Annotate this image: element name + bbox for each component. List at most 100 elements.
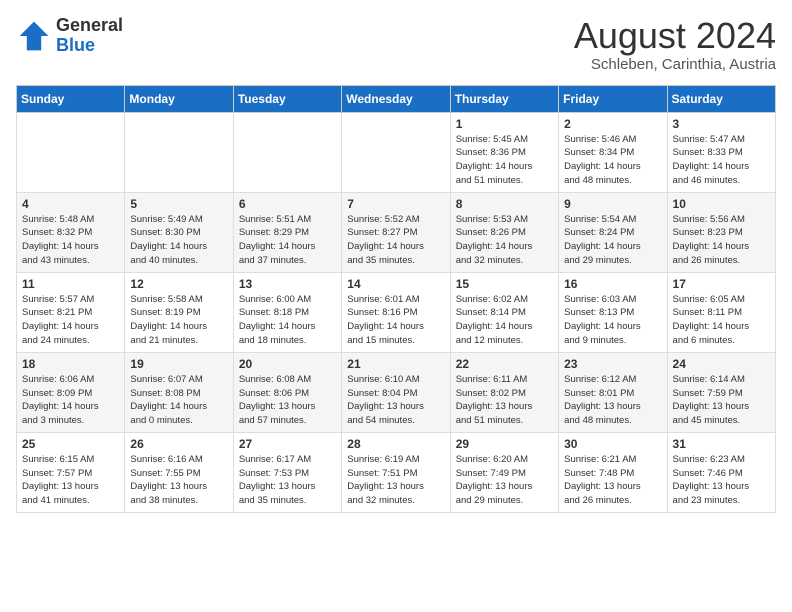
day-number: 9 xyxy=(564,197,661,211)
day-number: 31 xyxy=(673,437,770,451)
calendar-cell: 8 Sunrise: 5:53 AMSunset: 8:26 PMDaylight… xyxy=(450,192,558,272)
day-number: 30 xyxy=(564,437,661,451)
calendar-cell: 1Sunrise: 5:45 AMSunset: 8:36 PMDaylight… xyxy=(450,112,558,192)
calendar-cell xyxy=(125,112,233,192)
weekday-header-tuesday: Tuesday xyxy=(233,85,341,112)
day-info: Sunrise: 5:57 AMSunset: 8:21 PMDaylight:… xyxy=(22,293,119,348)
day-info: Sunrise: 5:52 AMSunset: 8:27 PMDaylight:… xyxy=(347,213,444,268)
day-number: 20 xyxy=(239,357,336,371)
day-info: Sunrise: 6:00 AMSunset: 8:18 PMDaylight:… xyxy=(239,293,336,348)
calendar-cell: 9 Sunrise: 5:54 AMSunset: 8:24 PMDaylight… xyxy=(559,192,667,272)
week-row-2: 4Sunrise: 5:48 AMSunset: 8:32 PMDaylight… xyxy=(17,192,776,272)
day-info: Sunrise: 5:56 AMSunset: 8:23 PMDaylight:… xyxy=(673,213,770,268)
calendar-cell: 31 Sunrise: 6:23 AMSunset: 7:46 PMDayligh… xyxy=(667,432,775,512)
day-info: Sunrise: 6:03 AMSunset: 8:13 PMDaylight:… xyxy=(564,293,661,348)
day-number: 24 xyxy=(673,357,770,371)
day-info: Sunrise: 6:16 AMSunset: 7:55 PMDaylight:… xyxy=(130,453,227,508)
weekday-header-wednesday: Wednesday xyxy=(342,85,450,112)
calendar-cell: 13Sunrise: 6:00 AMSunset: 8:18 PMDayligh… xyxy=(233,272,341,352)
weekday-header-friday: Friday xyxy=(559,85,667,112)
calendar-cell: 30 Sunrise: 6:21 AMSunset: 7:48 PMDayligh… xyxy=(559,432,667,512)
calendar-cell: 18 Sunrise: 6:06 AMSunset: 8:09 PMDayligh… xyxy=(17,352,125,432)
calendar-cell: 25 Sunrise: 6:15 AMSunset: 7:57 PMDayligh… xyxy=(17,432,125,512)
logo-text: General Blue xyxy=(56,16,123,56)
day-info: Sunrise: 6:06 AMSunset: 8:09 PMDaylight:… xyxy=(22,373,119,428)
calendar-cell: 2 Sunrise: 5:46 AMSunset: 8:34 PMDaylight… xyxy=(559,112,667,192)
day-number: 10 xyxy=(673,197,770,211)
day-info: Sunrise: 5:49 AMSunset: 8:30 PMDaylight:… xyxy=(130,213,227,268)
calendar-cell xyxy=(233,112,341,192)
calendar-cell: 11 Sunrise: 5:57 AMSunset: 8:21 PMDayligh… xyxy=(17,272,125,352)
calendar-cell: 10 Sunrise: 5:56 AMSunset: 8:23 PMDayligh… xyxy=(667,192,775,272)
day-info: Sunrise: 6:15 AMSunset: 7:57 PMDaylight:… xyxy=(22,453,119,508)
calendar-cell: 17 Sunrise: 6:05 AMSunset: 8:11 PMDayligh… xyxy=(667,272,775,352)
calendar-cell: 6Sunrise: 5:51 AMSunset: 8:29 PMDaylight… xyxy=(233,192,341,272)
logo-icon xyxy=(16,18,52,54)
day-number: 22 xyxy=(456,357,553,371)
day-number: 2 xyxy=(564,117,661,131)
logo: General Blue xyxy=(16,16,123,56)
calendar-cell: 24Sunrise: 6:14 AMSunset: 7:59 PMDayligh… xyxy=(667,352,775,432)
day-number: 23 xyxy=(564,357,661,371)
calendar-cell: 19 Sunrise: 6:07 AMSunset: 8:08 PMDayligh… xyxy=(125,352,233,432)
calendar-cell: 3 Sunrise: 5:47 AMSunset: 8:33 PMDaylight… xyxy=(667,112,775,192)
calendar-cell: 23Sunrise: 6:12 AMSunset: 8:01 PMDayligh… xyxy=(559,352,667,432)
day-info: Sunrise: 6:21 AMSunset: 7:48 PMDaylight:… xyxy=(564,453,661,508)
day-info: Sunrise: 6:20 AMSunset: 7:49 PMDaylight:… xyxy=(456,453,553,508)
day-info: Sunrise: 6:17 AMSunset: 7:53 PMDaylight:… xyxy=(239,453,336,508)
day-info: Sunrise: 5:47 AMSunset: 8:33 PMDaylight:… xyxy=(673,133,770,188)
day-number: 26 xyxy=(130,437,227,451)
day-number: 6 xyxy=(239,197,336,211)
day-number: 4 xyxy=(22,197,119,211)
day-number: 29 xyxy=(456,437,553,451)
weekday-header-saturday: Saturday xyxy=(667,85,775,112)
day-number: 14 xyxy=(347,277,444,291)
calendar-cell: 15 Sunrise: 6:02 AMSunset: 8:14 PMDayligh… xyxy=(450,272,558,352)
day-number: 5 xyxy=(130,197,227,211)
day-number: 18 xyxy=(22,357,119,371)
month-title: August 2024 xyxy=(574,16,776,56)
day-number: 28 xyxy=(347,437,444,451)
day-info: Sunrise: 6:08 AMSunset: 8:06 PMDaylight:… xyxy=(239,373,336,428)
location: Schleben, Carinthia, Austria xyxy=(574,56,776,73)
weekday-header-thursday: Thursday xyxy=(450,85,558,112)
day-number: 19 xyxy=(130,357,227,371)
day-info: Sunrise: 6:05 AMSunset: 8:11 PMDaylight:… xyxy=(673,293,770,348)
calendar-cell: 16Sunrise: 6:03 AMSunset: 8:13 PMDayligh… xyxy=(559,272,667,352)
day-info: Sunrise: 6:23 AMSunset: 7:46 PMDaylight:… xyxy=(673,453,770,508)
day-number: 11 xyxy=(22,277,119,291)
day-number: 25 xyxy=(22,437,119,451)
week-row-4: 18 Sunrise: 6:06 AMSunset: 8:09 PMDayligh… xyxy=(17,352,776,432)
day-info: Sunrise: 6:02 AMSunset: 8:14 PMDaylight:… xyxy=(456,293,553,348)
day-number: 21 xyxy=(347,357,444,371)
title-block: August 2024 Schleben, Carinthia, Austria xyxy=(574,16,776,73)
day-info: Sunrise: 5:46 AMSunset: 8:34 PMDaylight:… xyxy=(564,133,661,188)
calendar-cell xyxy=(342,112,450,192)
page-header: General Blue August 2024 Schleben, Carin… xyxy=(16,16,776,73)
calendar-cell: 12Sunrise: 5:58 AMSunset: 8:19 PMDayligh… xyxy=(125,272,233,352)
calendar-cell: 27Sunrise: 6:17 AMSunset: 7:53 PMDayligh… xyxy=(233,432,341,512)
weekday-header-sunday: Sunday xyxy=(17,85,125,112)
calendar-cell: 28 Sunrise: 6:19 AMSunset: 7:51 PMDayligh… xyxy=(342,432,450,512)
day-info: Sunrise: 5:54 AMSunset: 8:24 PMDaylight:… xyxy=(564,213,661,268)
calendar-cell xyxy=(17,112,125,192)
calendar-cell: 7 Sunrise: 5:52 AMSunset: 8:27 PMDaylight… xyxy=(342,192,450,272)
day-number: 3 xyxy=(673,117,770,131)
calendar-cell: 29 Sunrise: 6:20 AMSunset: 7:49 PMDayligh… xyxy=(450,432,558,512)
week-row-3: 11 Sunrise: 5:57 AMSunset: 8:21 PMDayligh… xyxy=(17,272,776,352)
weekday-header-row: SundayMondayTuesdayWednesdayThursdayFrid… xyxy=(17,85,776,112)
day-info: Sunrise: 6:19 AMSunset: 7:51 PMDaylight:… xyxy=(347,453,444,508)
day-info: Sunrise: 6:11 AMSunset: 8:02 PMDaylight:… xyxy=(456,373,553,428)
calendar-cell: 5 Sunrise: 5:49 AMSunset: 8:30 PMDaylight… xyxy=(125,192,233,272)
calendar-cell: 4Sunrise: 5:48 AMSunset: 8:32 PMDaylight… xyxy=(17,192,125,272)
calendar-cell: 14Sunrise: 6:01 AMSunset: 8:16 PMDayligh… xyxy=(342,272,450,352)
day-number: 12 xyxy=(130,277,227,291)
day-number: 17 xyxy=(673,277,770,291)
day-number: 8 xyxy=(456,197,553,211)
week-row-1: 1Sunrise: 5:45 AMSunset: 8:36 PMDaylight… xyxy=(17,112,776,192)
day-number: 15 xyxy=(456,277,553,291)
calendar-cell: 21Sunrise: 6:10 AMSunset: 8:04 PMDayligh… xyxy=(342,352,450,432)
day-info: Sunrise: 5:53 AMSunset: 8:26 PMDaylight:… xyxy=(456,213,553,268)
day-info: Sunrise: 6:07 AMSunset: 8:08 PMDaylight:… xyxy=(130,373,227,428)
day-number: 7 xyxy=(347,197,444,211)
